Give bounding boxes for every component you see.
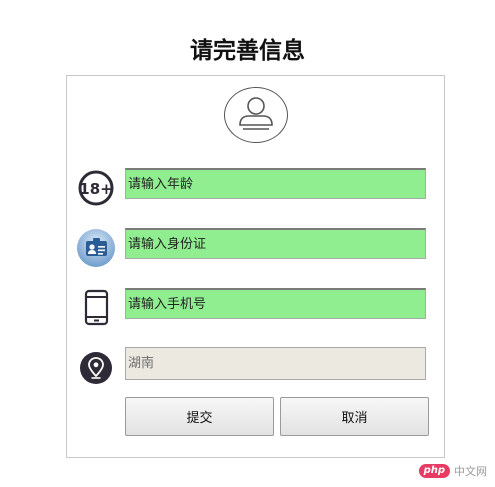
- tablet-phone-icon: [77, 288, 117, 328]
- phone-input[interactable]: [125, 288, 426, 319]
- cancel-button[interactable]: 取消: [280, 397, 429, 436]
- location-pin-icon: [77, 348, 117, 388]
- page-title: 请完善信息: [190, 38, 305, 64]
- age-18-plus-icon: 18+: [77, 168, 117, 208]
- svg-text:18+: 18+: [79, 180, 112, 198]
- submit-button[interactable]: 提交: [125, 397, 274, 436]
- site-watermark: php 中文网: [418, 463, 487, 479]
- info-form-card: 18+ 请输入年龄 请输入身份证 请输入手机号 湖南 提交 取消: [66, 75, 445, 458]
- id-card-input[interactable]: [125, 228, 426, 259]
- id-card-icon: [77, 228, 117, 268]
- user-avatar-icon: [224, 87, 288, 143]
- watermark-logo: php: [418, 464, 450, 478]
- watermark-text: 中文网: [454, 465, 487, 478]
- age-input[interactable]: [125, 168, 426, 199]
- province-select[interactable]: 湖南: [125, 347, 426, 380]
